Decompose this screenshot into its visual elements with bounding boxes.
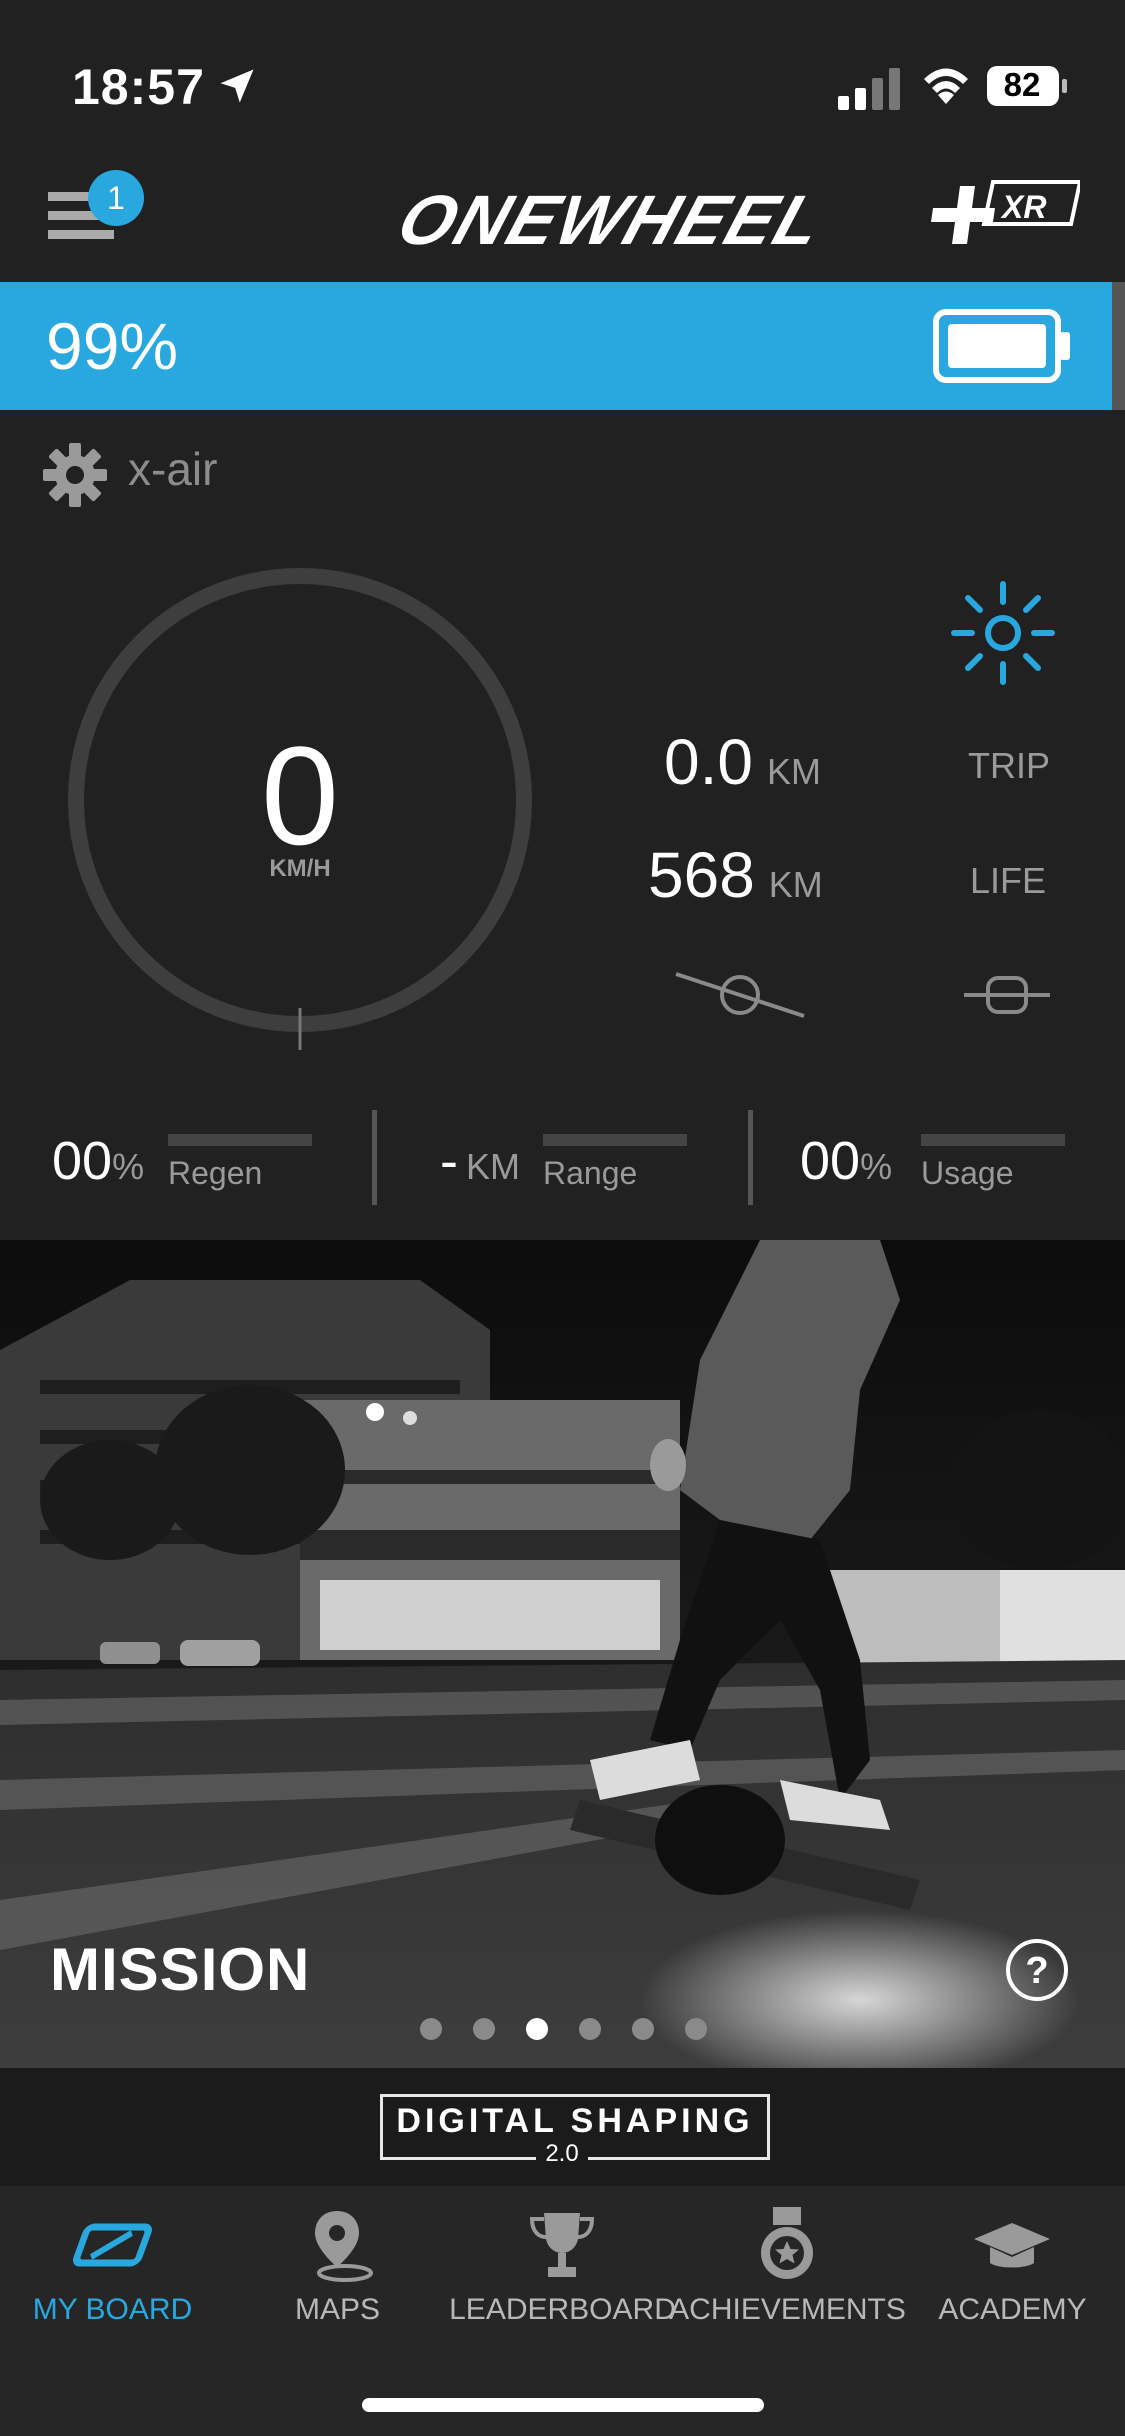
notification-badge: 1 (88, 170, 144, 226)
medal-icon (761, 2207, 813, 2279)
lifetime-distance: 568 KM (648, 838, 823, 912)
trip-label: TRIP (968, 745, 1051, 786)
status-time: 18:57 (72, 59, 205, 115)
carousel-dot[interactable] (685, 2018, 707, 2040)
carousel-dot-active[interactable] (526, 2018, 548, 2040)
life-value: 568 (648, 839, 755, 911)
range-value: - (440, 1131, 458, 1191)
scroll-indicator (1112, 282, 1125, 410)
help-question-icon[interactable]: ? (1004, 1937, 1070, 2003)
life-unit: KM (768, 864, 823, 905)
nav-leaderboard[interactable]: LEADERBOARD (449, 2205, 676, 2335)
life-label: LIFE (970, 860, 1047, 901)
board-tilt-icon[interactable] (670, 960, 810, 1030)
trip-unit: KM (766, 751, 821, 792)
trip-value: 0.0 (664, 726, 753, 798)
battery-full-icon (933, 309, 1070, 383)
nav-my-board[interactable]: MY BOARD (0, 2205, 225, 2335)
regen-label: Regen (168, 1155, 263, 1191)
wifi-icon (924, 68, 968, 104)
carousel-dot[interactable] (579, 2018, 601, 2040)
usage-label: Usage (921, 1155, 1014, 1191)
trophy-icon (529, 2213, 595, 2277)
nav-achievements[interactable]: ACHIEVEMENTS (669, 2205, 906, 2335)
battery-status-text: 82 (1003, 66, 1041, 103)
ride-mode-title: MISSION (50, 1936, 311, 2003)
digital-shaping-label: DIGITAL SHAPING (396, 2102, 754, 2140)
usage-suffix: % (860, 1146, 893, 1187)
board-name[interactable]: x-air (128, 442, 217, 496)
digital-shaping-version: 2.0 (536, 2140, 588, 2168)
nav-label: ACHIEVEMENTS (669, 2293, 906, 2326)
nav-academy[interactable]: ACADEMY (900, 2205, 1125, 2335)
graduation-cap-icon (974, 2223, 1050, 2268)
regen-suffix: % (112, 1146, 145, 1187)
range-metric: - KM (440, 1130, 520, 1192)
range-label: Range (543, 1155, 638, 1191)
speed-value: 0 (261, 717, 339, 874)
cellular-signal-icon (838, 68, 900, 110)
trip-distance: 0.0 KM (664, 725, 821, 799)
speed-unit: KM/H (269, 855, 331, 882)
metric-divider (748, 1110, 753, 1205)
location-arrow-icon (220, 69, 254, 103)
range-suffix: KM (465, 1146, 520, 1187)
nav-maps[interactable]: MAPS (225, 2205, 450, 2335)
carousel-dot[interactable] (473, 2018, 495, 2040)
nav-label: MAPS (294, 2293, 381, 2326)
usage-bar (921, 1134, 1065, 1146)
regen-metric: 00% (52, 1130, 144, 1192)
range-bar (543, 1134, 687, 1146)
board-icon (72, 2223, 152, 2267)
carousel-dot[interactable] (420, 2018, 442, 2040)
svg-text:XR: XR (1000, 189, 1046, 225)
regen-value: 00 (52, 1131, 113, 1191)
onewheel-xr-logo: ONEWHEEL XR (388, 180, 1080, 256)
usage-value: 00 (800, 1131, 861, 1191)
nav-label: ACADEMY (938, 2293, 1087, 2326)
board-battery-percent: 99% (46, 309, 179, 383)
home-indicator[interactable] (362, 2398, 764, 2412)
map-pin-icon (315, 2211, 373, 2282)
footpad-sensor-icon[interactable] (962, 970, 1052, 1020)
headlight-sun-icon[interactable] (950, 580, 1056, 686)
nav-label: LEADERBOARD (449, 2293, 676, 2326)
carousel-dot[interactable] (632, 2018, 654, 2040)
svg-text:?: ? (1025, 1950, 1048, 1992)
regen-bar (168, 1134, 312, 1146)
svg-text:ONEWHEEL: ONEWHEEL (388, 182, 834, 256)
settings-gear-icon[interactable] (42, 442, 108, 508)
metric-divider (372, 1110, 377, 1205)
usage-metric: 00% (800, 1130, 892, 1192)
nav-label: MY BOARD (32, 2293, 193, 2326)
